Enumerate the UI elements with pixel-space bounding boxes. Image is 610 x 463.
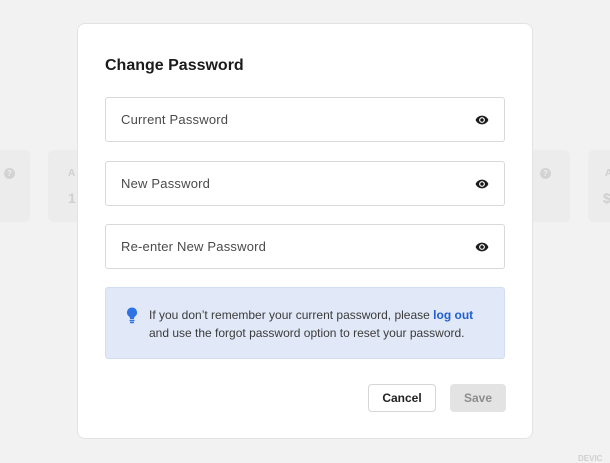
background-card-value: 1 (68, 190, 76, 206)
log-out-link[interactable]: log out (433, 308, 473, 322)
eye-icon[interactable] (475, 177, 489, 191)
new-password-field[interactable]: New Password (105, 161, 505, 206)
current-password-field[interactable]: Current Password (105, 97, 505, 142)
cancel-button[interactable]: Cancel (368, 384, 436, 412)
lightbulb-icon (127, 307, 137, 324)
help-icon: ? (540, 168, 551, 179)
info-message: If you don’t remember your current passw… (149, 306, 494, 342)
background-card-label: A (605, 168, 610, 179)
eye-icon[interactable] (475, 113, 489, 127)
background-card (0, 150, 30, 222)
info-text-before: If you don’t remember your current passw… (149, 308, 430, 322)
save-button[interactable]: Save (450, 384, 506, 412)
modal-title: Change Password (105, 57, 244, 74)
new-password-label: New Password (121, 176, 211, 191)
reenter-password-label: Re-enter New Password (121, 239, 267, 254)
background-card (588, 150, 610, 222)
background-fragment: DEVIC (578, 454, 603, 463)
info-text-after: and use the forgot password option to re… (149, 326, 465, 340)
help-icon: ? (4, 168, 15, 179)
eye-icon[interactable] (475, 240, 489, 254)
current-password-label: Current Password (121, 112, 229, 127)
background-card-label: A (68, 168, 76, 179)
change-password-modal: Change Password Current Password New Pas… (77, 23, 533, 439)
reenter-password-field[interactable]: Re-enter New Password (105, 224, 505, 269)
info-notice: If you don’t remember your current passw… (105, 287, 505, 359)
background-card-value: $ (603, 190, 610, 206)
